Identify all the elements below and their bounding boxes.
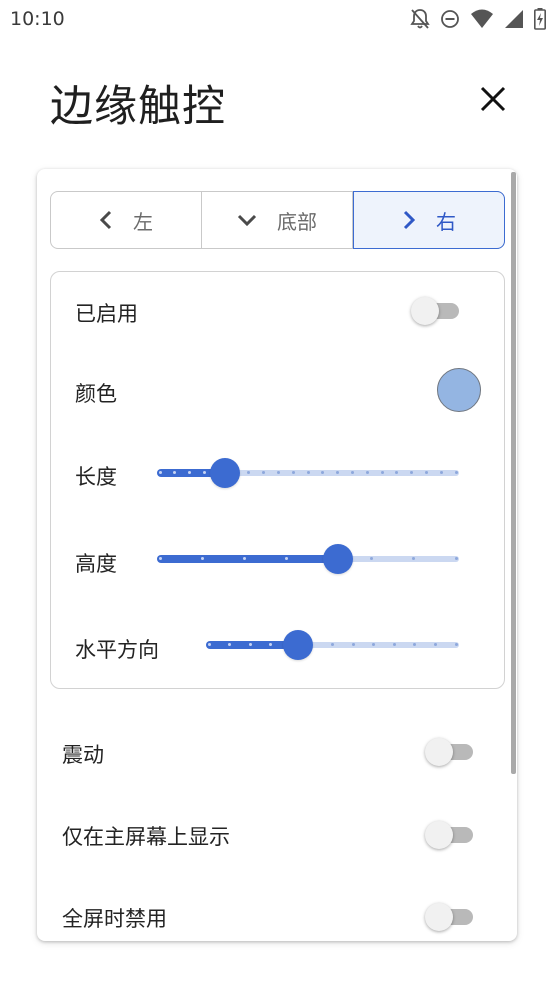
tab-left-label: 左 [133,209,153,234]
tab-bottom-label: 底部 [277,209,317,234]
edge-settings-panel: 已启用 颜色 长度 高度 水平方向 [50,271,505,689]
toggle-thumb [411,297,439,325]
length-slider[interactable] [157,456,459,490]
close-icon [480,86,506,116]
slider-tick [395,471,399,474]
page-title: 边缘触控 [50,82,226,132]
height-slider[interactable] [157,542,459,576]
horizontal-label: 水平方向 [75,638,159,662]
position-selector: 左 底部 右 [50,191,505,249]
slider-thumb[interactable] [210,458,241,488]
slider-ticks [157,542,459,576]
notifications-off-icon [410,8,430,30]
slider-ticks [157,456,459,490]
status-time: 10:10 [10,8,65,30]
enabled-toggle[interactable] [411,294,463,328]
slider-tick [285,557,289,560]
slider-tick [380,471,384,474]
color-label: 颜色 [75,382,117,406]
status-bar: 10:10 [0,0,554,38]
slider-tick [200,557,204,560]
enabled-label: 已启用 [75,302,138,326]
slider-tick [276,471,280,474]
horizontal-slider[interactable] [206,628,459,662]
slider-thumb[interactable] [282,630,313,660]
slider-tick [372,643,376,646]
toggle-thumb [425,903,453,931]
scrollbar[interactable] [511,172,516,774]
battery-charging-icon [534,8,546,30]
slider-tick [158,471,162,474]
close-button[interactable] [476,84,510,118]
slider-tick [454,471,458,474]
slider-tick [439,471,443,474]
status-icons [410,6,546,32]
slider-tick [392,643,396,646]
home-only-label: 仅在主屏幕上显示 [62,825,230,849]
chevron-right-icon [402,210,416,230]
tab-right[interactable]: 右 [353,191,505,249]
slider-tick [454,643,458,646]
slider-tick [336,471,340,474]
slider-tick [351,643,355,646]
height-label: 高度 [75,552,117,576]
disable-fullscreen-label: 全屏时禁用 [62,907,167,931]
slider-tick [410,471,414,474]
chevron-down-icon [237,213,257,227]
slider-tick [412,557,416,560]
tab-bottom[interactable]: 底部 [202,192,353,248]
toggle-thumb [425,738,453,766]
settings-card: 左 底部 右 已启用 颜色 长度 高度 水平方向 震动 仅在主屏幕上显示 全屏时… [37,169,517,941]
tab-left[interactable]: 左 [51,192,202,248]
do-not-disturb-icon [440,9,460,29]
slider-tick [433,643,437,646]
vibration-toggle[interactable] [425,735,477,769]
length-label: 长度 [75,465,117,489]
slider-tick [248,643,252,646]
slider-tick [454,557,458,560]
color-swatch[interactable] [437,368,481,412]
slider-tick [306,471,310,474]
slider-tick [202,471,206,474]
slider-tick [247,471,251,474]
slider-tick [413,643,417,646]
slider-tick [291,471,295,474]
slider-tick [228,643,232,646]
slider-tick [243,557,247,560]
slider-tick [424,471,428,474]
slider-tick [188,471,192,474]
slider-tick [269,643,273,646]
disable-fullscreen-toggle[interactable] [425,900,477,934]
slider-tick [350,471,354,474]
slider-tick [321,471,325,474]
slider-thumb[interactable] [322,544,353,574]
slider-tick [365,471,369,474]
tab-right-label: 右 [436,209,456,234]
slider-tick [331,643,334,646]
slider-tick [207,643,211,646]
slider-tick [158,557,162,560]
slider-ticks [206,628,459,662]
chevron-left-icon [99,210,113,230]
slider-tick [262,471,266,474]
signal-icon [504,9,524,29]
toggle-thumb [425,821,453,849]
slider-tick [173,471,177,474]
home-only-toggle[interactable] [425,818,477,852]
vibration-label: 震动 [62,743,104,767]
slider-tick [369,557,373,560]
wifi-icon [470,9,494,29]
